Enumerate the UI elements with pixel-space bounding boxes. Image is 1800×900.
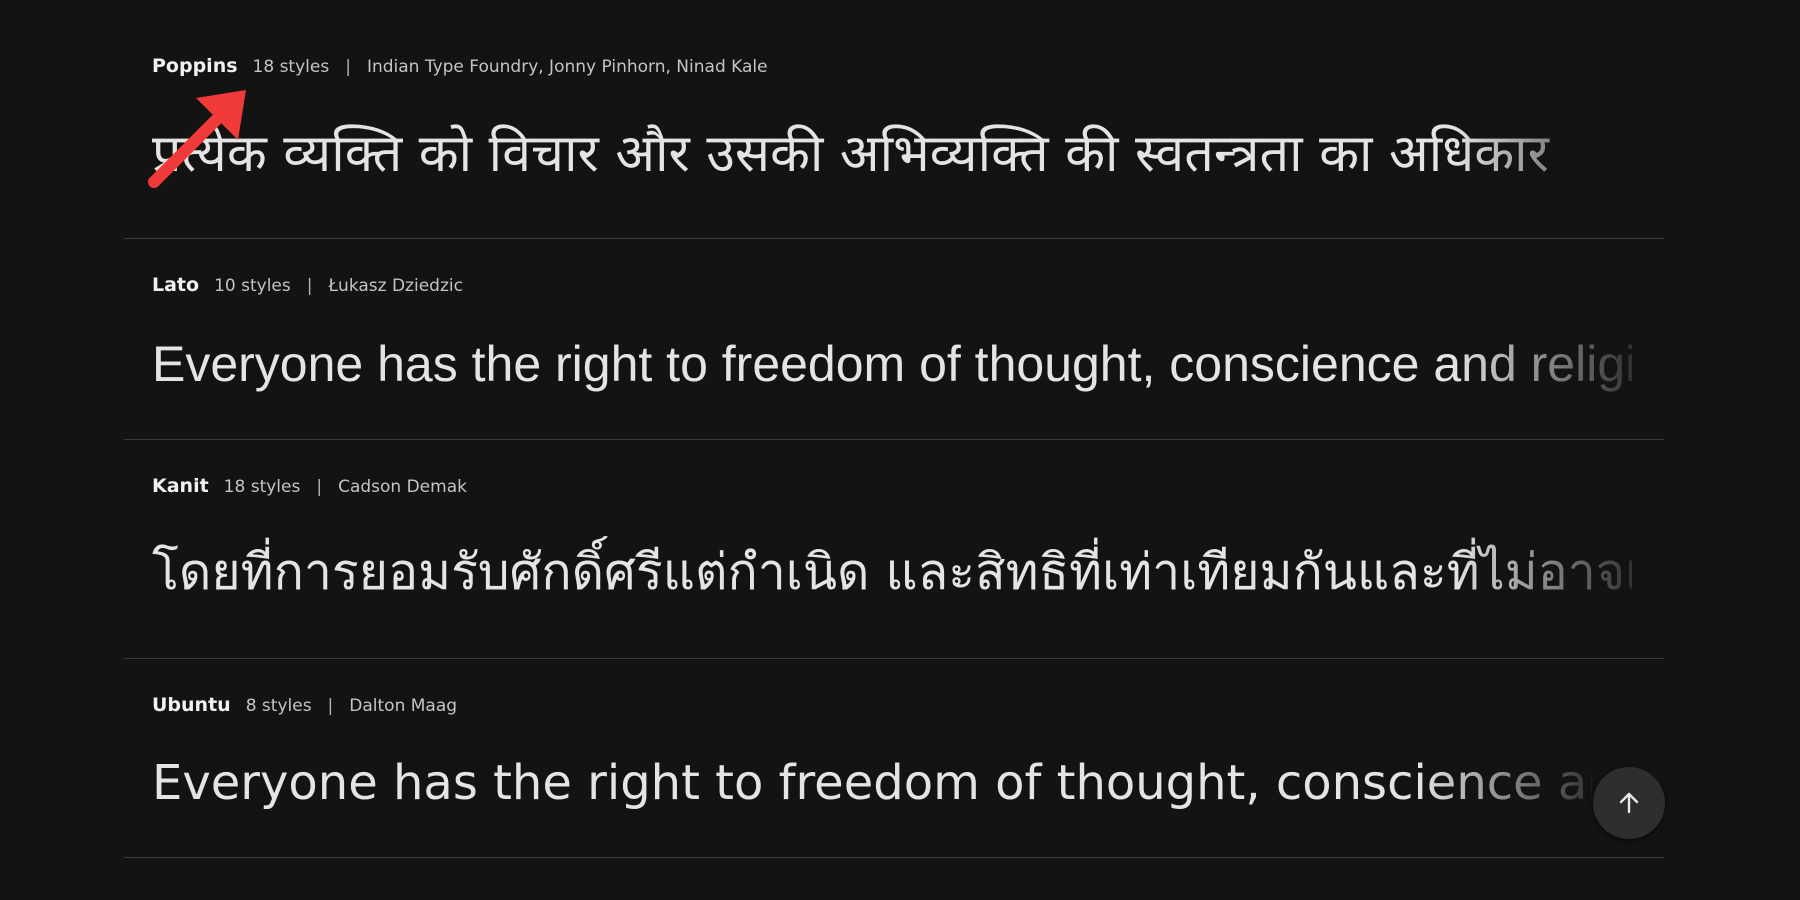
scroll-to-top-button[interactable] — [1593, 767, 1665, 839]
styles-count: 18 styles — [252, 57, 330, 77]
meta-separator: | — [345, 57, 351, 77]
meta-separator: | — [327, 696, 334, 716]
font-row-ubuntu[interactable]: Ubuntu 8 styles | Dalton Maag Everyone h… — [124, 659, 1664, 858]
font-row-poppins[interactable]: Poppins 18 styles | Indian Type Foundry,… — [124, 0, 1664, 239]
font-family-name[interactable]: Kanit — [152, 475, 209, 497]
arrow-up-icon — [1619, 792, 1639, 814]
font-browser-page: Poppins 18 styles | Indian Type Foundry,… — [0, 0, 1800, 900]
font-family-name[interactable]: Lato — [152, 274, 199, 296]
font-sample-text[interactable]: Everyone has the right to freedom of tho… — [152, 329, 1632, 399]
styles-count: 8 styles — [245, 696, 312, 716]
styles-count: 10 styles — [214, 276, 291, 296]
designer-names[interactable]: Cadson Demak — [338, 477, 467, 497]
font-family-name[interactable]: Poppins — [152, 55, 238, 77]
font-meta: Ubuntu 8 styles | Dalton Maag — [152, 694, 457, 716]
font-meta: Lato 10 styles | Łukasz Dziedzic — [152, 274, 463, 296]
font-meta: Kanit 18 styles | Cadson Demak — [152, 475, 467, 497]
meta-separator: | — [306, 276, 313, 296]
font-row-kanit[interactable]: Kanit 18 styles | Cadson Demak โดยที่การ… — [124, 440, 1664, 659]
font-row-lato[interactable]: Lato 10 styles | Łukasz Dziedzic Everyon… — [124, 239, 1664, 440]
meta-separator: | — [316, 477, 323, 497]
font-sample-text[interactable]: Everyone has the right to freedom of tho… — [152, 747, 1592, 819]
font-sample-text[interactable]: प्रत्येक व्यक्ति को विचार और उसकी अभिव्य… — [152, 118, 1632, 190]
designer-names[interactable]: Dalton Maag — [349, 696, 457, 716]
font-meta: Poppins 18 styles | Indian Type Foundry,… — [152, 55, 768, 77]
designer-names[interactable]: Łukasz Dziedzic — [328, 276, 462, 296]
font-family-name[interactable]: Ubuntu — [152, 694, 231, 716]
font-list: Poppins 18 styles | Indian Type Foundry,… — [124, 0, 1664, 858]
font-sample-text[interactable]: โดยที่การยอมรับศักดิ์ศรีแต่กำเนิด และสิท… — [152, 536, 1632, 608]
designer-names[interactable]: Indian Type Foundry, Jonny Pinhorn, Nina… — [367, 57, 768, 77]
styles-count: 18 styles — [223, 477, 301, 497]
